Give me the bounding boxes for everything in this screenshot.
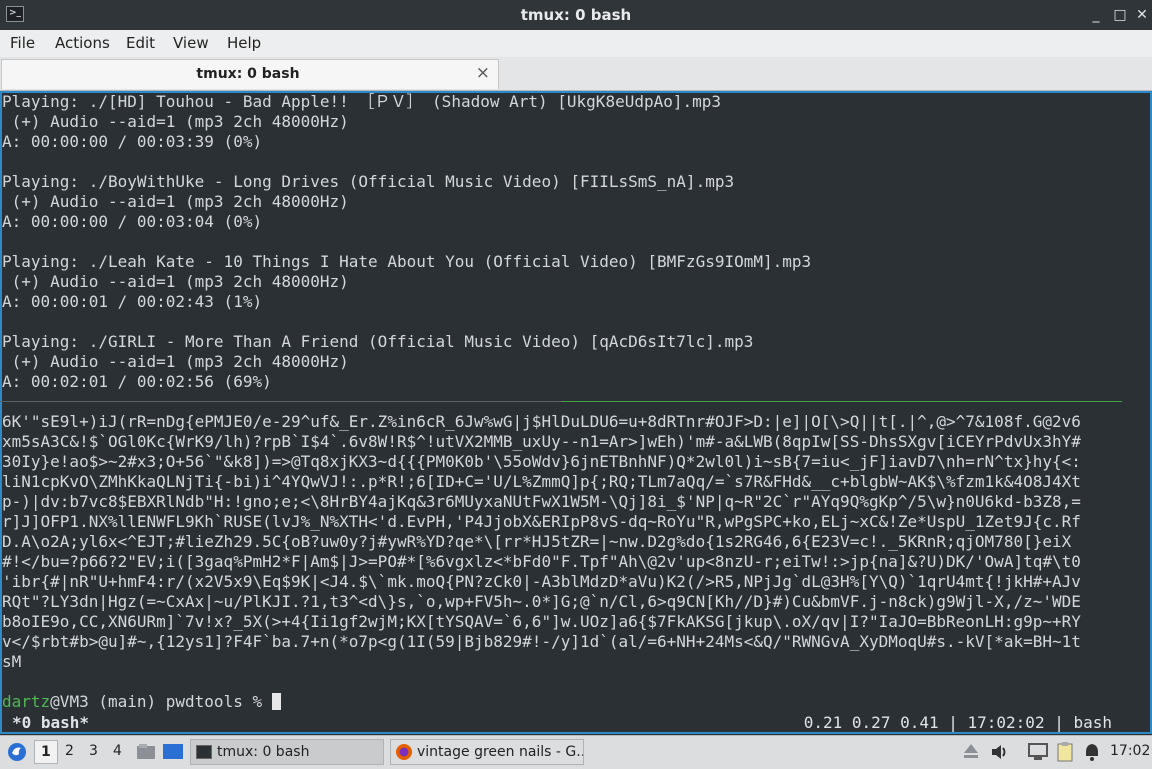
network-icon[interactable] (1028, 743, 1048, 761)
maximize-button[interactable]: □ (1110, 5, 1130, 25)
tab-title: tmux: 0 bash (196, 66, 300, 82)
menu-view[interactable]: View (173, 34, 209, 52)
active-pane-indicator (561, 401, 1122, 402)
taskbar-terminal-label: tmux: 0 bash (217, 744, 310, 760)
prompt-host-path: @VM3 (main) pwdtools % (50, 692, 272, 711)
workspace-3[interactable]: 3 (89, 743, 98, 759)
taskbar-firefox-button[interactable]: vintage green nails - G... (390, 739, 584, 765)
tmux-window-label[interactable]: *0 bash* (12, 713, 89, 732)
eject-icon[interactable] (962, 742, 980, 762)
terminal-small-icon (196, 745, 212, 759)
prompt-user: dartz (2, 692, 51, 711)
menu-help[interactable]: Help (227, 34, 261, 52)
menu-bar: File Actions Edit View Help (0, 30, 1152, 57)
panel-clock[interactable]: 17:02 (1110, 743, 1150, 759)
text-cursor (271, 693, 281, 710)
start-menu-icon[interactable] (6, 741, 28, 763)
tab-close-icon[interactable]: × (476, 63, 490, 83)
menu-file[interactable]: File (10, 34, 35, 52)
desktop-icon[interactable] (162, 742, 184, 762)
menu-actions[interactable]: Actions (55, 34, 110, 52)
workspace-4[interactable]: 4 (113, 743, 122, 759)
window-titlebar: >_ tmux: 0 bash _ □ ✕ (0, 0, 1152, 30)
menu-edit[interactable]: Edit (126, 34, 155, 52)
firefox-icon (396, 744, 412, 760)
taskbar: 1 2 3 4 tmux: 0 bash vintage green nails… (0, 735, 1152, 769)
notifications-icon[interactable] (1082, 741, 1102, 763)
clipboard-icon[interactable] (1055, 741, 1075, 763)
shell-prompt[interactable]: dartz@VM3 (main) pwdtools % (2, 692, 281, 712)
window-title: tmux: 0 bash (520, 6, 632, 24)
workspace-2[interactable]: 2 (65, 743, 74, 759)
random-output: 6K'"sE9l+)iJ(rR=nDg{ePMJE0/e-29^uf&_Er.Z… (2, 412, 1081, 671)
minimize-button[interactable]: _ (1086, 5, 1106, 25)
tab-tmux[interactable]: tmux: 0 bash × (1, 59, 499, 89)
tmux-status-right: 0.21 0.27 0.41 | 17:02:02 | bash (803, 713, 1112, 732)
workspace-1[interactable]: 1 (34, 740, 58, 764)
tmux-status-bar: *0 bash* 0.21 0.27 0.41 | 17:02:02 | bas… (0, 712, 1152, 734)
taskbar-firefox-label: vintage green nails - G... (417, 744, 584, 760)
volume-icon[interactable] (990, 742, 1010, 762)
player-output: Playing: ./[HD] Touhou - Bad Apple!! ［ＰＶ… (2, 92, 812, 391)
tab-strip: tmux: 0 bash × (0, 57, 1152, 91)
close-button[interactable]: ✕ (1132, 5, 1152, 25)
taskbar-terminal-button[interactable]: tmux: 0 bash (190, 739, 384, 765)
pane-separator (0, 401, 1122, 402)
file-manager-icon[interactable] (136, 742, 156, 762)
